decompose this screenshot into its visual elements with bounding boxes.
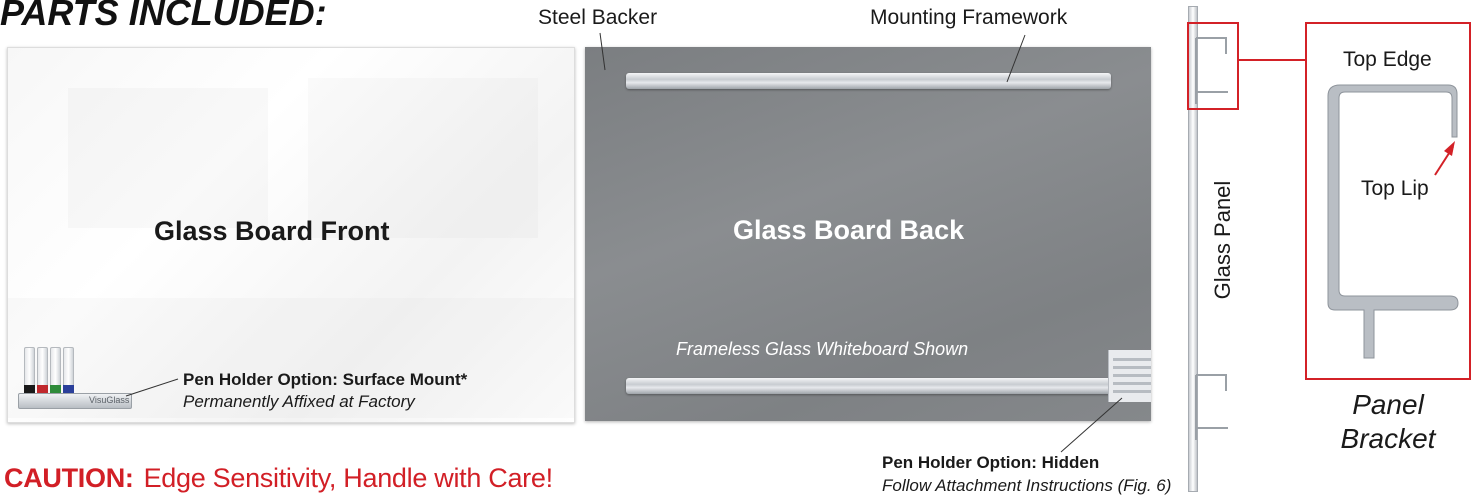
side-bracket-top	[1195, 37, 1228, 104]
diagram-overlay	[125, 32, 1459, 453]
top-lip-arrowhead	[1444, 141, 1455, 156]
surface-mount-leader-line	[125, 378, 179, 397]
hidden-holder-leader-line	[1060, 397, 1123, 453]
steel-backer-leader-line	[599, 32, 606, 71]
mounting-framework-leader-line	[1006, 34, 1026, 83]
panel-bracket-profile	[1327, 84, 1459, 359]
side-bracket-bottom	[1195, 374, 1228, 440]
